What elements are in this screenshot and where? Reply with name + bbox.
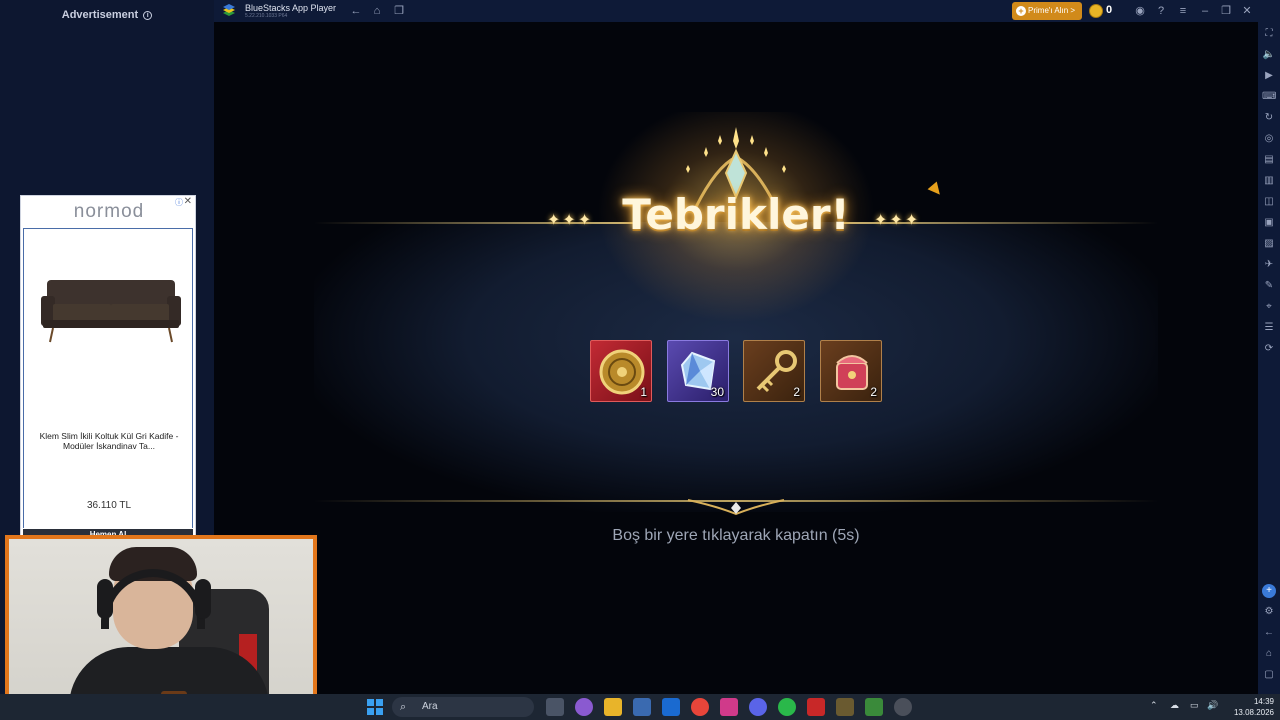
bottom-ornament-icon <box>687 499 785 516</box>
taskbar-search[interactable]: ⌕ Ara <box>392 697 534 717</box>
network-icon[interactable]: ▭ <box>1190 700 1199 711</box>
volume-icon[interactable]: 🔈 <box>1262 48 1276 62</box>
home-icon[interactable]: ⌂ <box>370 4 384 18</box>
instance-icon[interactable]: ▤ <box>1262 153 1276 167</box>
clock-time: 14:39 <box>1253 697 1274 706</box>
store-icon[interactable] <box>633 698 651 716</box>
app-version: 5.22.210.1033 P64 <box>245 13 288 19</box>
app-title: BlueStacks App Player <box>245 3 337 13</box>
speaker-icon[interactable]: 🔊 <box>1207 700 1218 711</box>
media-icon[interactable]: ▶ <box>1262 69 1276 83</box>
keyboard-icon[interactable]: ⌨ <box>1262 90 1276 104</box>
reward-count: 30 <box>710 385 724 399</box>
discord-icon[interactable] <box>749 698 767 716</box>
macro-icon[interactable]: ◎ <box>1262 132 1276 146</box>
airplane-icon[interactable]: ✈ <box>1262 258 1276 272</box>
multi-instance-icon[interactable]: ❐ <box>392 4 406 18</box>
coin-count: 0 <box>1106 4 1113 16</box>
reward-item-chest[interactable]: 2 <box>820 340 882 402</box>
task-view-icon[interactable] <box>546 698 564 716</box>
game-reward-screen[interactable]: ✦✦✦ ✦✦✦ Tebrikler! 1 30 2 2 Boş bir yere… <box>214 22 1258 694</box>
layers-icon[interactable]: ☰ <box>1262 321 1276 335</box>
ad-product-description: Klem Slim İkili Koltuk Kül Gri Kadife - … <box>39 431 179 451</box>
ad-card[interactable]: normod ⓘ ✕ Klem Slim İkili Koltuk Kül Gr… <box>20 195 196 540</box>
eco-icon[interactable]: ✎ <box>1262 279 1276 293</box>
reward-item-crystal[interactable]: 30 <box>667 340 729 402</box>
close-hint-text: Boş bir yere tıklayarak kapatın (5s) <box>612 527 860 544</box>
ad-choices-icon[interactable]: ⓘ <box>175 197 183 208</box>
ad-price: 36.110 TL <box>86 500 132 511</box>
reward-item-medallion[interactable]: 1 <box>590 340 652 402</box>
app-icon-red[interactable] <box>807 698 825 716</box>
account-icon[interactable]: ◉ <box>1133 4 1147 18</box>
instagram-icon[interactable] <box>720 698 738 716</box>
bluestacks-taskbar-icon[interactable] <box>865 698 883 716</box>
file-explorer-icon[interactable] <box>604 698 622 716</box>
close-icon[interactable]: ✕ <box>184 196 192 207</box>
mouse-cursor-icon <box>927 181 945 199</box>
reward-count: 2 <box>870 385 877 399</box>
back-icon[interactable]: ← <box>349 4 363 18</box>
chrome-icon[interactable] <box>691 698 709 716</box>
congrats-title: Tebrikler! <box>622 190 850 239</box>
add-icon[interactable]: + <box>1262 584 1276 598</box>
help-icon[interactable]: ? <box>1154 4 1168 18</box>
windows-start-icon[interactable] <box>366 698 384 716</box>
advertisement-label: Advertisement <box>61 9 139 21</box>
ad-brand-logo: normod <box>73 201 145 222</box>
menu-icon[interactable]: ≡ <box>1176 4 1190 18</box>
headset-ear-left <box>97 579 113 619</box>
clock[interactable]: 14:39 13.08.2026 <box>1222 696 1274 718</box>
search-placeholder: Ara <box>422 701 438 712</box>
coin-icon <box>1089 4 1103 18</box>
tray-chevron-icon[interactable]: ⌃ <box>1150 700 1158 711</box>
bluestacks-titlebar: BlueStacks App Player 5.22.210.1033 P64 … <box>214 0 1280 22</box>
info-icon[interactable]: i <box>143 10 153 20</box>
headset-ear-right <box>195 579 211 619</box>
back-nav-icon[interactable]: ← <box>1262 626 1276 640</box>
advertisement-header: Advertisement i <box>0 9 214 21</box>
record-icon[interactable]: ▣ <box>1262 216 1276 230</box>
recent-apps-icon[interactable]: ▢ <box>1262 668 1276 682</box>
sync-icon[interactable]: ⟳ <box>1262 342 1276 356</box>
ad-image-frame <box>23 228 193 528</box>
rotate-icon[interactable]: ↻ <box>1262 111 1276 125</box>
settings-icon[interactable]: ⚙ <box>1262 605 1276 619</box>
reward-count: 2 <box>793 385 800 399</box>
spotify-icon[interactable] <box>778 698 796 716</box>
fullscreen-icon[interactable]: ⛶ <box>1262 27 1276 41</box>
reward-item-key[interactable]: 2 <box>743 340 805 402</box>
obs-icon[interactable] <box>894 698 912 716</box>
screenshot-icon[interactable]: ◫ <box>1262 195 1276 209</box>
bluestacks-sidebar: ⛶ 🔈 ▶ ⌨ ↻ ◎ ▤ ▥ ◫ ▣ ▨ ✈ ✎ ⌖ ☰ ⟳ + ⚙ ← ⌂ … <box>1258 22 1280 694</box>
tray-app-icon[interactable]: ☁ <box>1170 700 1179 711</box>
get-prime-button[interactable]: + Prime'ı Alın > <box>1012 2 1082 20</box>
location-icon[interactable]: ⌖ <box>1262 300 1276 314</box>
reward-list: 1 30 2 2 <box>590 340 890 404</box>
restore-icon[interactable]: ❐ <box>1219 4 1233 18</box>
home-nav-icon[interactable]: ⌂ <box>1262 647 1276 661</box>
prime-label: Prime'ı Alın > <box>1028 6 1076 15</box>
webcam-overlay <box>5 535 317 713</box>
clock-date: 13.08.2026 <box>1233 708 1274 717</box>
reward-count: 1 <box>640 385 647 399</box>
gallery-icon[interactable]: ▨ <box>1262 237 1276 251</box>
league-icon[interactable] <box>836 698 854 716</box>
windows-taskbar: ⌕ Ara ⌃ ☁ ▭ 🔊 14:39 13.08.2026 <box>0 694 1280 720</box>
performance-icon[interactable]: ▥ <box>1262 174 1276 188</box>
close-window-icon[interactable]: ✕ <box>1240 4 1254 18</box>
sofa-image <box>41 280 181 343</box>
copilot-icon[interactable] <box>575 698 593 716</box>
minimize-icon[interactable]: – <box>1198 4 1212 18</box>
search-icon: ⌕ <box>400 701 407 713</box>
outlook-icon[interactable] <box>662 698 680 716</box>
plus-icon: + <box>1016 6 1026 16</box>
bluestacks-logo-icon <box>223 4 235 16</box>
